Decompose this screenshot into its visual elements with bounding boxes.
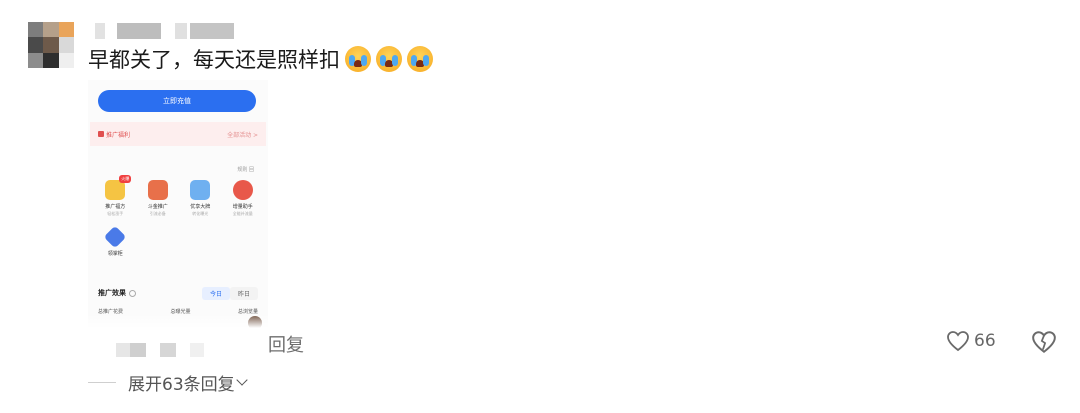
tool-label: 领掌柜 (107, 251, 123, 257)
like-button[interactable]: 66 (946, 330, 996, 352)
tool-grid: 火爆 推广福方 轻松涨手 斗金推广 引流必备 优享大牌 转化曝光 增量助手 全能… (94, 175, 265, 257)
heart-icon (947, 331, 969, 352)
comment-text: 早都关了，每天还是照样扣 (88, 44, 433, 74)
chevron-down-icon (235, 373, 248, 386)
diamond-icon (103, 225, 127, 249)
stats-title-text: 推广效果 (98, 289, 126, 297)
tool-item: 斗金推广 引流必备 (137, 180, 180, 217)
tool-item: 优享大牌 转化曝光 (179, 180, 222, 217)
tool-sub: 全能补流量 (232, 211, 253, 216)
money-bag-icon (232, 180, 253, 200)
tab-today: 今日 (201, 287, 230, 300)
tool-label: 增量助手 (232, 204, 253, 210)
location-blurred (190, 343, 204, 357)
shoe-icon (190, 180, 211, 200)
tool-label: 推广福方 (105, 204, 126, 210)
stats-title: 推广效果 (98, 288, 136, 298)
tool-sub: 引流必备 (149, 211, 166, 216)
broken-heart-icon (1032, 331, 1056, 353)
rules-link: 规则 回 (237, 167, 254, 173)
reply-button[interactable]: 回复 (268, 331, 304, 357)
time-blurred (116, 343, 130, 357)
hammer-icon (147, 180, 168, 200)
crying-face-emoji (376, 46, 402, 72)
tab-yesterday: 昨日 (229, 287, 258, 300)
attached-screenshot[interactable]: 立即充值 推广福利 全部活动 > 规则 回 火爆 推广福方 轻松涨手 斗金推广 … (88, 80, 268, 328)
tool-item: 增量助手 全能补流量 (222, 180, 265, 217)
help-icon (129, 289, 136, 297)
date-tabs: 今日 昨日 (201, 287, 258, 300)
tool-item: 领掌柜 (94, 225, 137, 257)
username-blurred[interactable] (95, 23, 105, 39)
tool-label: 优享大牌 (190, 204, 211, 210)
screenshot-fade (88, 314, 268, 328)
expand-replies-label: 展开63条回复 (128, 375, 235, 395)
tool-sub: 轻松涨手 (107, 211, 124, 216)
divider-line (88, 382, 116, 383)
hot-badge: 火爆 (119, 175, 132, 183)
crying-face-emoji (345, 46, 371, 72)
avatar[interactable] (28, 22, 74, 68)
username-blurred[interactable] (117, 23, 161, 39)
welfare-title: 推广福利 (106, 131, 131, 139)
dislike-button[interactable] (1031, 330, 1057, 354)
gift-icon (98, 131, 104, 137)
username-blurred[interactable] (175, 23, 187, 39)
tool-item: 火爆 推广福方 轻松涨手 (94, 175, 137, 217)
tool-sub: 转化曝光 (192, 211, 209, 216)
crying-face-emoji (407, 46, 433, 72)
comment-body: 早都关了，每天还是照样扣 (88, 48, 340, 72)
promotion-box-icon: 火爆 (105, 175, 132, 200)
expand-replies-button[interactable]: 展开63条回复 (88, 370, 248, 395)
username-blurred[interactable] (190, 23, 234, 39)
recharge-button: 立即充值 (98, 90, 256, 112)
time-blurred (130, 343, 146, 357)
welfare-more-link: 全部活动 > (227, 131, 258, 139)
welfare-banner: 推广福利 全部活动 > (90, 122, 266, 146)
like-count: 66 (974, 331, 996, 351)
location-blurred (160, 343, 176, 357)
tool-label: 斗金推广 (147, 204, 168, 210)
